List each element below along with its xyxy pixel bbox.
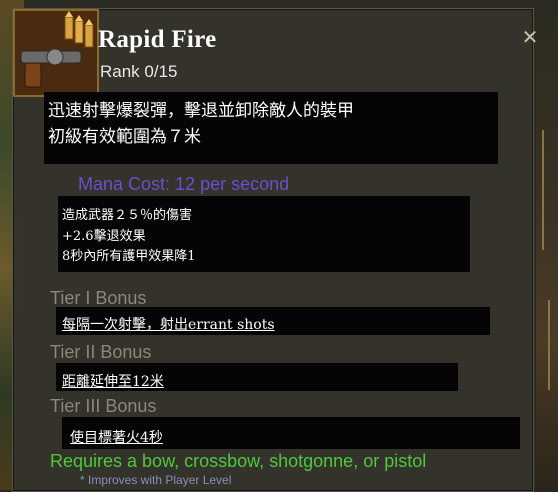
- effect-line: 8秒內所有護甲效果降1: [62, 249, 196, 264]
- improves-note: * Improves with Player Level: [80, 473, 232, 487]
- background-decoration: [542, 130, 544, 250]
- tier-2-label: Tier II Bonus: [50, 342, 152, 362]
- skill-rank: Rank 0/15: [100, 62, 178, 81]
- tier-3-value: 使目標著火4秒: [70, 430, 163, 446]
- mana-cost: Mana Cost: 12 per second: [78, 174, 290, 194]
- close-icon[interactable]: ✕: [519, 27, 541, 49]
- gun-bullets-icon: [13, 9, 99, 97]
- effect-line: 造成武器２５％的傷害: [62, 208, 193, 223]
- tier-2-value: 距離延伸至12米: [62, 374, 164, 390]
- description-line-2: 初級有效範圍為７米: [48, 127, 201, 147]
- effect-line: +2.6擊退效果: [62, 229, 146, 244]
- tier-1-value: 每隔一次射擊，射出errant shots: [62, 317, 275, 333]
- background-decoration: [548, 300, 550, 390]
- tier-3-label: Tier III Bonus: [50, 396, 157, 416]
- game-background-right: [536, 0, 558, 490]
- weapon-requirement: Requires a bow, crossbow, shotgonne, or …: [50, 451, 427, 471]
- skill-title: Rapid Fire: [98, 26, 217, 53]
- tier-1-label: Tier I Bonus: [50, 288, 147, 308]
- description-line-1: 迅速射擊爆裂彈，擊退並卸除敵人的裝甲: [48, 101, 354, 121]
